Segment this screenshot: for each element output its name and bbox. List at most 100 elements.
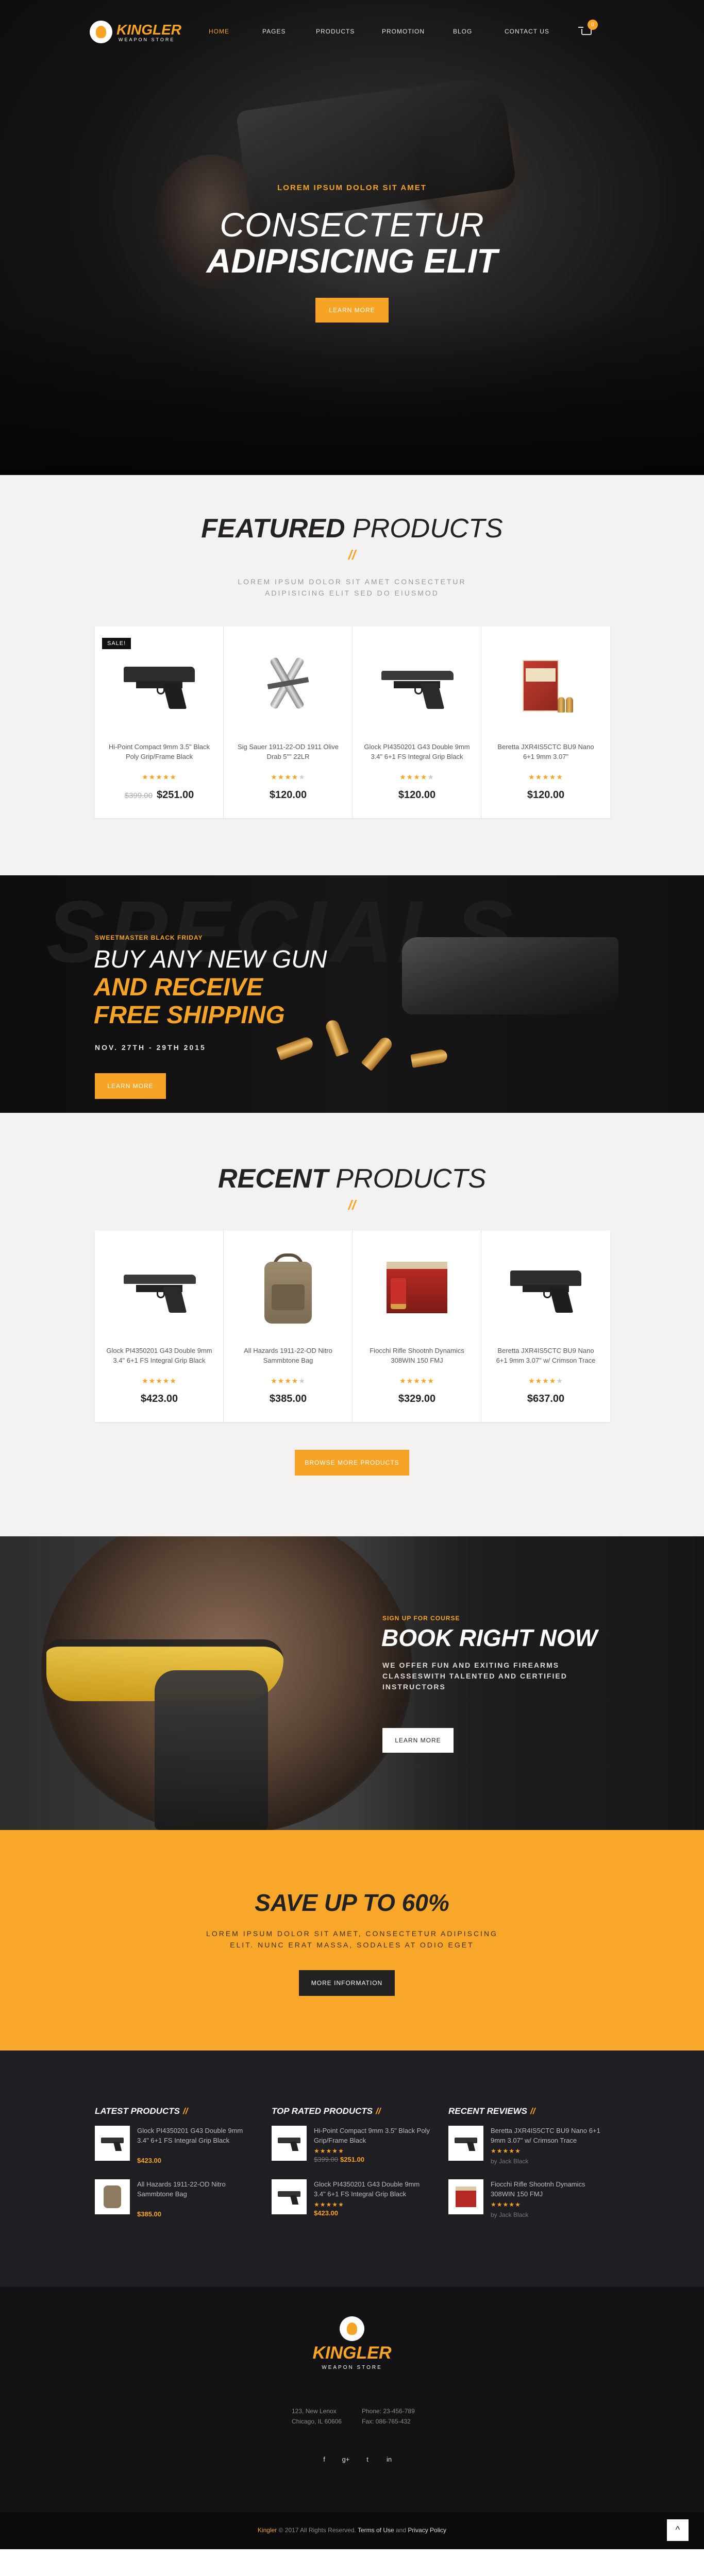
star-icon: ★ (502, 2201, 509, 2208)
product-name[interactable]: Glock PI4350201 G43 Double 9mm 3.4" 6+1 … (105, 1346, 213, 1365)
nav-item-promotion[interactable]: PROMOTION (382, 28, 453, 35)
footer-widgets: LATEST PRODUCTS// Glock PI4350201 G43 Do… (0, 2050, 704, 2286)
product-card[interactable]: Beretta JXR4IS5CTC BU9 Nano 6+1 9mm 3.07… (481, 626, 610, 818)
nav-item-contact-us[interactable]: CONTACT US (505, 28, 561, 35)
sale-badge: SALE! (102, 638, 131, 649)
facebook-icon[interactable]: f (315, 2453, 333, 2466)
cart-button[interactable]: 0 (578, 20, 598, 38)
bullet-image (324, 1018, 349, 1057)
star-icon: ★ (427, 1377, 434, 1385)
widget-item-rating: ★★★★★ (314, 2201, 344, 2208)
product-name[interactable]: Fiocchi Rifle Shootnh Dynamics 308WIN 15… (363, 1346, 471, 1365)
star-icon: ★ (535, 1377, 543, 1385)
product-image[interactable] (502, 652, 590, 719)
cart-count-badge: 0 (588, 20, 598, 30)
star-icon: ★ (528, 1377, 535, 1385)
widget-item[interactable]: Glock PI4350201 G43 Double 9mm 3.4" 6+1 … (95, 2126, 265, 2170)
hero-kicker: LOREM IPSUM DOLOR SIT AMET (277, 183, 427, 192)
more-information-button[interactable]: MORE INFORMATION (299, 1970, 395, 1996)
product-card[interactable]: Glock PI4350201 G43 Double 9mm 3.4" 6+1 … (353, 626, 481, 818)
widget-item-name[interactable]: Hi-Point Compact 9mm 3.5" Black Poly Gri… (314, 2126, 432, 2145)
widget-item[interactable]: Glock PI4350201 G43 Double 9mm 3.4" 6+1 … (272, 2179, 442, 2224)
section-title: FEATURED PRODUCTS (0, 513, 704, 544)
widget-item[interactable]: Hi-Point Compact 9mm 3.5" Black Poly Gri… (272, 2126, 442, 2170)
product-name[interactable]: Hi-Point Compact 9mm 3.5" Black Poly Gri… (105, 742, 213, 761)
product-image[interactable] (244, 1253, 332, 1326)
google-plus-icon[interactable]: g+ (337, 2453, 355, 2466)
widget-item-name[interactable]: Beretta JXR4IS5CTC BU9 Nano 6+1 9mm 3.07… (491, 2126, 609, 2145)
star-icon: ★ (542, 1377, 549, 1385)
star-icon: ★ (509, 2147, 515, 2155)
star-icon: ★ (549, 773, 557, 781)
widget-title: RECENT REVIEWS// (448, 2106, 618, 2116)
star-icon: ★ (156, 1377, 163, 1385)
star-icon: ★ (413, 1377, 421, 1385)
widget-item-name[interactable]: Glock PI4350201 G43 Double 9mm 3.4" 6+1 … (137, 2126, 256, 2145)
product-thumbnail[interactable] (95, 2179, 130, 2214)
star-icon: ★ (406, 1377, 414, 1385)
product-card[interactable]: Beretta JXR4IS5CTC BU9 Nano 6+1 9mm 3.07… (481, 1230, 610, 1422)
product-image[interactable] (373, 1256, 461, 1323)
star-icon: ★ (556, 773, 563, 781)
linkedin-icon[interactable]: in (380, 2453, 398, 2466)
widget-item-name[interactable]: Glock PI4350201 G43 Double 9mm 3.4" 6+1 … (314, 2179, 432, 2199)
product-card[interactable]: All Hazards 1911-22-OD Nitro Sammbtone B… (224, 1230, 353, 1422)
footer-logo-tagline: WEAPON STORE (322, 2365, 382, 2370)
privacy-link[interactable]: Privacy Policy (408, 2527, 446, 2534)
browse-more-products-button[interactable]: BROWSE MORE PRODUCTS (295, 1450, 409, 1476)
widget-item[interactable]: Fiocchi Rifle Shootnh Dynamics 308WIN 15… (448, 2179, 618, 2224)
product-card[interactable]: Sig Sauer 1911-22-OD 1911 Olive Drab 5""… (224, 626, 353, 818)
product-thumbnail[interactable] (95, 2126, 130, 2161)
star-icon: ★ (142, 1377, 149, 1385)
twitter-icon[interactable]: t (359, 2453, 376, 2466)
footer-logo-name[interactable]: KINGLER (0, 2343, 704, 2363)
widget-item[interactable]: Beretta JXR4IS5CTC BU9 Nano 6+1 9mm 3.07… (448, 2126, 618, 2170)
nav-item-home[interactable]: HOME (209, 28, 262, 35)
product-name[interactable]: Beretta JXR4IS5CTC BU9 Nano 6+1 9mm 3.07… (492, 742, 600, 761)
save-title: SAVE UP TO 60% (255, 1889, 449, 1916)
star-icon: ★ (413, 773, 421, 781)
star-icon: ★ (320, 2147, 326, 2155)
widget-item-price: $399.00 $251.00 (314, 2156, 364, 2163)
product-name[interactable]: All Hazards 1911-22-OD Nitro Sammbtone B… (234, 1346, 342, 1365)
copyright-brand[interactable]: Kingler (258, 2527, 277, 2534)
specials-headline: AND RECEIVE (94, 974, 263, 1001)
product-rating: ★★★★★ (95, 1377, 224, 1385)
nav-item-products[interactable]: PRODUCTS (316, 28, 382, 35)
logo[interactable]: KINGLER WEAPON STORE (90, 20, 193, 44)
address-line: Chicago, IL 60606 (292, 2418, 342, 2425)
back-to-top-button[interactable]: ^ (667, 2519, 689, 2541)
recent-products-section: RECENT PRODUCTS // Glock PI4350201 G43 D… (0, 1113, 704, 1536)
widget-item[interactable]: All Hazards 1911-22-OD Nitro Sammbtone B… (95, 2179, 265, 2224)
book-learn-more-button[interactable]: LEARN MORE (382, 1728, 454, 1753)
specials-learn-more-button[interactable]: LEARN MORE (95, 1073, 166, 1099)
product-image[interactable] (502, 1256, 590, 1323)
widget-item-name[interactable]: Fiocchi Rifle Shootnh Dynamics 308WIN 15… (491, 2179, 609, 2199)
hero-learn-more-button[interactable]: LEARN MORE (315, 298, 389, 323)
product-thumbnail[interactable] (272, 2126, 307, 2161)
bullet-image (276, 1035, 315, 1061)
product-image[interactable] (115, 1256, 203, 1323)
star-icon: ★ (509, 2201, 515, 2208)
product-name[interactable]: Sig Sauer 1911-22-OD 1911 Olive Drab 5""… (234, 742, 342, 761)
product-thumbnail[interactable] (448, 2179, 483, 2214)
star-icon: ★ (277, 1377, 285, 1385)
product-name[interactable]: Glock PI4350201 G43 Double 9mm 3.4" 6+1 … (363, 742, 471, 761)
product-card[interactable]: Glock PI4350201 G43 Double 9mm 3.4" 6+1 … (95, 1230, 224, 1422)
product-thumbnail[interactable] (272, 2179, 307, 2214)
product-card[interactable]: Fiocchi Rifle Shootnh Dynamics 308WIN 15… (353, 1230, 481, 1422)
product-image[interactable] (115, 652, 203, 719)
product-image[interactable] (373, 652, 461, 719)
product-name[interactable]: Beretta JXR4IS5CTC BU9 Nano 6+1 9mm 3.07… (492, 1346, 600, 1365)
nav-item-blog[interactable]: BLOG (453, 28, 505, 35)
product-card[interactable]: SALE! Hi-Point Compact 9mm 3.5" Black Po… (95, 626, 224, 818)
product-thumbnail[interactable] (448, 2126, 483, 2161)
terms-link[interactable]: Terms of Use (358, 2527, 394, 2534)
specials-kicker: SWEETMASTER BLACK FRIDAY (95, 934, 203, 941)
review-author: by Jack Black (491, 2158, 529, 2165)
product-image[interactable] (244, 652, 332, 719)
star-icon: ★ (496, 2147, 503, 2155)
nav-item-pages[interactable]: PAGES (262, 28, 316, 35)
bag-image (257, 1253, 319, 1326)
widget-item-name[interactable]: All Hazards 1911-22-OD Nitro Sammbtone B… (137, 2179, 256, 2199)
